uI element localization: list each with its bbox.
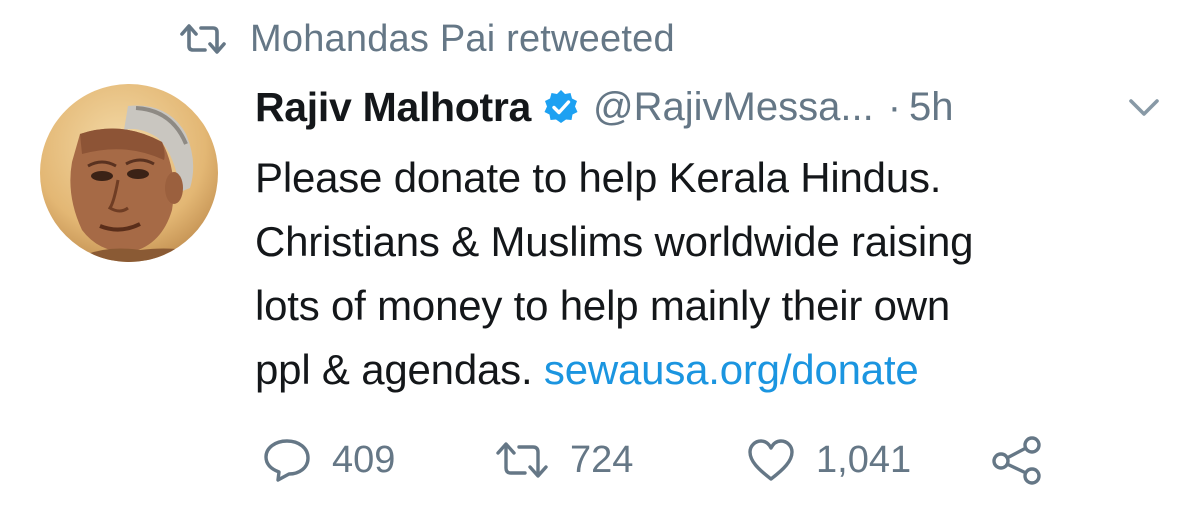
tweet-text-line: lots of money to help mainly their own bbox=[255, 282, 951, 329]
reply-button[interactable]: 409 bbox=[262, 430, 395, 490]
retweet-icon bbox=[180, 24, 226, 54]
header-separator: · bbox=[887, 84, 902, 129]
retweet-count: 724 bbox=[570, 438, 634, 481]
reply-count: 409 bbox=[332, 438, 396, 481]
share-button[interactable] bbox=[990, 430, 1044, 490]
tweet-header: Rajiv Malhotra @RajivMessa... · 5h bbox=[255, 78, 954, 136]
like-count: 1,041 bbox=[816, 438, 912, 481]
tweet-text-fragment: ppl & agendas. bbox=[255, 346, 533, 393]
tweet-text-line: Christians & Muslims worldwide raising bbox=[255, 218, 974, 265]
donate-link[interactable]: sewausa.org/donate bbox=[544, 346, 919, 393]
avatar-image bbox=[40, 84, 218, 262]
heart-icon bbox=[748, 439, 794, 481]
tweet-text: Please donate to help Kerala Hindus. Chr… bbox=[255, 146, 1155, 402]
reply-icon bbox=[264, 439, 310, 482]
timestamp[interactable]: 5h bbox=[909, 85, 954, 130]
display-name[interactable]: Rajiv Malhotra bbox=[255, 84, 531, 131]
tweet-text-line-last: ppl & agendas. sewausa.org/donate bbox=[255, 338, 1155, 402]
retweeted-by-label: Mohandas Pai retweeted bbox=[250, 17, 675, 60]
user-handle[interactable]: @RajivMessa... bbox=[593, 85, 874, 130]
verified-badge-icon bbox=[544, 90, 578, 123]
retweet-button[interactable]: 724 bbox=[494, 430, 633, 490]
chevron-down-icon[interactable] bbox=[1127, 96, 1161, 120]
share-icon bbox=[992, 436, 1041, 485]
tweet-text-line: Please donate to help Kerala Hindus. bbox=[255, 154, 942, 201]
retweet-context[interactable]: Mohandas Pai retweeted bbox=[178, 14, 675, 64]
like-button[interactable]: 1,041 bbox=[746, 430, 911, 490]
retweet-icon bbox=[496, 442, 548, 478]
tweet-action-bar: 409 724 1,041 bbox=[0, 430, 1200, 490]
avatar[interactable] bbox=[40, 84, 218, 262]
